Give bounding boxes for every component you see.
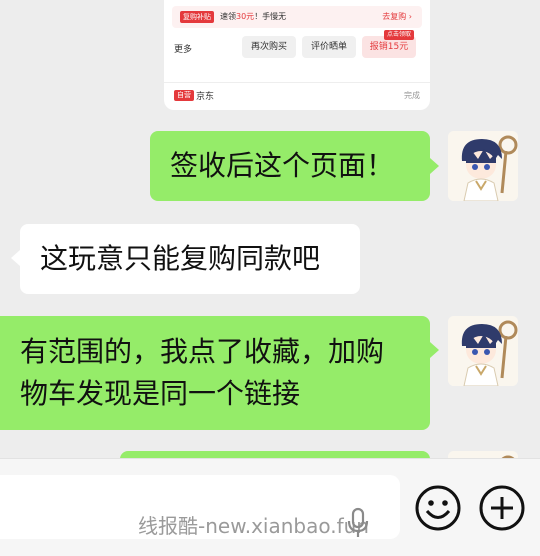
message-bubble-incoming[interactable]: 这玩意只能复购同款吧 — [20, 224, 360, 294]
emoji-icon[interactable] — [414, 484, 462, 532]
avatar-image — [448, 316, 518, 386]
message-text-line: 有范围的，我点了收藏，加购 — [20, 335, 385, 368]
avatar[interactable] — [448, 131, 518, 201]
message-bubble-outgoing[interactable]: 有范围的，我点了收藏，加购 物车发现是同一个链接 — [0, 316, 430, 430]
shop-name: 京东 — [196, 92, 215, 102]
promo-banner[interactable]: 复购补贴 速领30元！手慢无 去复购 › — [172, 6, 422, 28]
bubble-tail — [430, 158, 439, 174]
message-text-line: 物车发现是同一个链接 — [20, 377, 301, 410]
message-text: 签收后这个页面！ — [170, 149, 395, 182]
watermark-text: 线报酷-new.xianbao.fun — [138, 514, 369, 538]
bubble-tail — [430, 342, 439, 358]
message-input[interactable]: 线报酷-new.xianbao.fun — [0, 475, 400, 539]
promo-tag: 复购补贴 — [180, 11, 214, 23]
plus-icon[interactable] — [478, 484, 526, 532]
microphone-icon[interactable] — [346, 507, 370, 539]
order-card[interactable]: 复购补贴 速领30元！手慢无 去复购 › 更多 再次购买 评价晒单 报销15元 … — [164, 0, 430, 110]
order-status: 完成 — [404, 91, 420, 100]
card-divider — [164, 82, 430, 83]
self-operated-tag: 自营 — [174, 90, 194, 101]
repurchase-link[interactable]: 去复购 › — [382, 11, 412, 23]
message-bubble-outgoing[interactable]: 签收后这个页面！ — [150, 131, 430, 201]
review-button[interactable]: 评价晒单 — [302, 36, 356, 58]
bubble-tail — [11, 250, 20, 266]
claim-badge: 点击领取 — [384, 30, 415, 40]
more-button[interactable]: 更多 — [174, 42, 192, 55]
buy-again-button[interactable]: 再次购买 — [242, 36, 296, 58]
avatar-image — [448, 131, 518, 201]
promo-text: 速领30元！手慢无 — [220, 12, 287, 21]
message-text: 这玩意只能复购同款吧 — [40, 242, 321, 275]
avatar[interactable] — [448, 316, 518, 386]
